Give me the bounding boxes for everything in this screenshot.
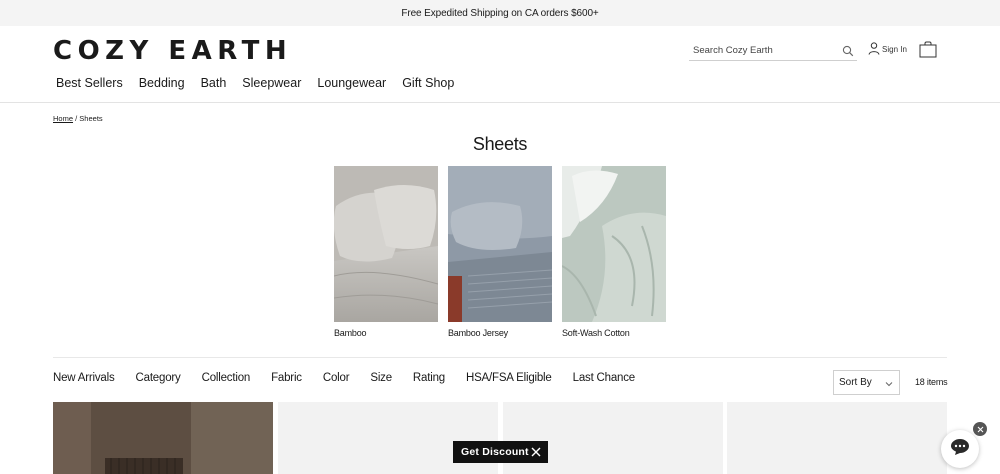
header-divider	[0, 102, 1000, 103]
promo-text: Free Expedited Shipping on CA orders $60…	[401, 7, 599, 19]
nav-item-gift-shop[interactable]: Gift Shop	[394, 72, 462, 94]
bag-icon[interactable]	[919, 41, 937, 58]
main-nav: Best Sellers Bedding Bath Sleepwear Loun…	[48, 72, 462, 94]
category-label-soft-wash-cotton[interactable]: Soft-Wash Cotton	[562, 328, 630, 338]
filter-rating[interactable]: Rating	[413, 372, 445, 384]
sign-in-link[interactable]: Sign In	[868, 42, 907, 57]
filter-hsa-fsa-eligible[interactable]: HSA/FSA Eligible	[466, 372, 552, 384]
product-card[interactable]	[503, 402, 723, 474]
category-tile-soft-wash-cotton[interactable]	[562, 166, 666, 322]
product-card[interactable]	[53, 402, 273, 474]
sort-select[interactable]: Sort By	[833, 370, 900, 395]
nav-item-sleepwear[interactable]: Sleepwear	[234, 72, 309, 94]
filters-divider	[53, 357, 947, 358]
category-tile-bamboo[interactable]	[334, 166, 438, 322]
nav-item-best-sellers[interactable]: Best Sellers	[48, 72, 131, 94]
nav-item-bath[interactable]: Bath	[193, 72, 235, 94]
breadcrumb-current: Sheets	[79, 114, 103, 123]
filter-collection[interactable]: Collection	[202, 372, 251, 384]
breadcrumb-separator: /	[75, 114, 78, 123]
search-icon[interactable]	[842, 44, 854, 57]
nav-item-loungewear[interactable]: Loungewear	[309, 72, 394, 94]
get-discount-label: Get Discount	[461, 446, 529, 458]
product-card[interactable]	[278, 402, 498, 474]
page-title: Sheets	[472, 134, 528, 154]
chat-close-button[interactable]	[973, 422, 987, 436]
filter-color[interactable]: Color	[323, 372, 350, 384]
category-label-bamboo-jersey[interactable]: Bamboo Jersey	[448, 328, 508, 338]
bamboo-jersey-sheets-image	[448, 166, 552, 322]
user-icon	[868, 42, 880, 57]
product-card[interactable]	[727, 402, 947, 474]
breadcrumb-home-link[interactable]: Home	[53, 114, 73, 123]
search-input[interactable]	[689, 40, 837, 60]
product-image	[53, 402, 273, 474]
filter-new-arrivals[interactable]: New Arrivals	[53, 372, 115, 384]
filter-bar: New Arrivals Category Collection Fabric …	[53, 372, 635, 384]
category-label-bamboo[interactable]: Bamboo	[334, 328, 367, 338]
promo-bar: Free Expedited Shipping on CA orders $60…	[0, 0, 1000, 26]
filter-last-chance[interactable]: Last Chance	[573, 372, 636, 384]
sort-label: Sort By	[839, 377, 872, 388]
item-count: 18 items	[915, 377, 948, 387]
filter-size[interactable]: Size	[370, 372, 392, 384]
close-icon	[977, 420, 984, 438]
brand-logo[interactable]: COZY EARTH	[53, 38, 292, 64]
chat-icon	[950, 438, 970, 461]
bamboo-sheets-image	[334, 166, 438, 322]
filter-category[interactable]: Category	[136, 372, 181, 384]
get-discount-button[interactable]: Get Discount	[453, 441, 548, 463]
nav-item-bedding[interactable]: Bedding	[131, 72, 193, 94]
soft-wash-cotton-sheets-image	[562, 166, 666, 322]
close-icon[interactable]	[531, 447, 541, 457]
filter-fabric[interactable]: Fabric	[271, 372, 302, 384]
category-tile-bamboo-jersey[interactable]	[448, 166, 552, 322]
breadcrumb: Home / Sheets	[53, 114, 103, 123]
search-bar	[689, 40, 857, 61]
chat-widget-button[interactable]	[941, 430, 979, 468]
chevron-down-icon	[885, 379, 893, 387]
sign-in-label: Sign In	[882, 45, 907, 54]
